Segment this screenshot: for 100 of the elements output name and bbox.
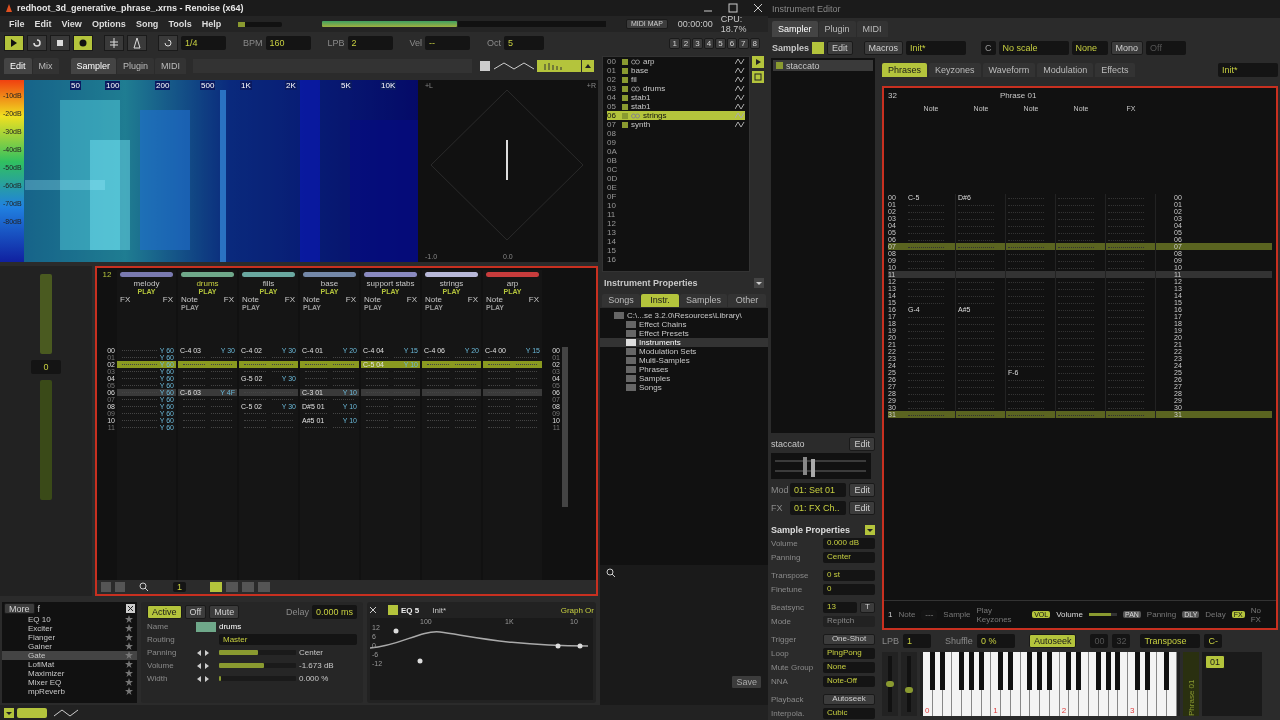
metronome-icon[interactable] bbox=[108, 37, 120, 49]
dropdown-icon[interactable] bbox=[865, 525, 875, 535]
key-dropdown[interactable]: C bbox=[981, 41, 996, 55]
octave-field[interactable]: 5 bbox=[504, 36, 545, 50]
slider-track[interactable] bbox=[1088, 613, 1117, 616]
track-name-field[interactable]: drums bbox=[219, 622, 296, 631]
phrase-tab[interactable]: Keyzones bbox=[929, 63, 981, 77]
phrase-tab[interactable]: Effects bbox=[1095, 63, 1135, 77]
track-name[interactable]: drums bbox=[178, 279, 237, 288]
filter-field[interactable]: f bbox=[37, 603, 123, 614]
editor-tab[interactable]: Plugin bbox=[818, 21, 856, 37]
volume-slider[interactable] bbox=[238, 21, 282, 27]
folder-item[interactable]: Samples bbox=[600, 374, 768, 383]
routing-dropdown[interactable]: Master bbox=[219, 634, 357, 645]
stepper-icon[interactable] bbox=[196, 674, 210, 683]
effect-list-item[interactable]: Exciter bbox=[2, 624, 137, 633]
editor-tab[interactable]: MIDI bbox=[856, 21, 888, 37]
search-icon[interactable] bbox=[606, 568, 615, 577]
folder-item[interactable]: Multi-Samples bbox=[600, 356, 768, 365]
property-button[interactable]: One-Shot bbox=[823, 633, 875, 645]
phrase-preset-field[interactable]: Init* bbox=[1218, 63, 1278, 77]
folder-item[interactable]: Instruments bbox=[600, 338, 768, 347]
phrase-tab[interactable]: Modulation bbox=[1037, 63, 1094, 77]
modulation-set-dropdown[interactable]: 01: Set 01 bbox=[790, 483, 847, 497]
instrument-item[interactable]: 00 arp bbox=[607, 57, 745, 66]
chord-dropdown[interactable]: None bbox=[1071, 41, 1108, 55]
close-icon[interactable] bbox=[126, 604, 135, 613]
track-number-button[interactable]: 1 bbox=[669, 37, 680, 49]
menu-item[interactable]: View bbox=[56, 19, 87, 29]
property-field[interactable]: 0 bbox=[823, 583, 875, 595]
view-tab[interactable]: Mix bbox=[32, 58, 59, 74]
browser-tab[interactable]: Other bbox=[728, 293, 766, 307]
graph-button[interactable]: Graph Or bbox=[560, 605, 594, 615]
effect-list-item[interactable]: mpReverb bbox=[2, 687, 137, 696]
preset-field[interactable]: Init* bbox=[432, 605, 447, 615]
empty-instrument-slot[interactable]: 08 bbox=[607, 129, 745, 138]
autoseek-button[interactable]: Autoseek bbox=[1028, 634, 1077, 648]
mixer-view-icon[interactable] bbox=[17, 707, 47, 718]
effect-list-item[interactable]: Gate bbox=[2, 651, 137, 660]
track-number-button[interactable]: 6 bbox=[726, 37, 738, 49]
empty-instrument-slot[interactable]: 0C bbox=[607, 165, 745, 174]
velocity-field[interactable]: -- bbox=[425, 36, 471, 50]
menu-item[interactable]: Options bbox=[86, 19, 131, 29]
bpm-field[interactable]: 160 bbox=[265, 36, 311, 50]
instrument-item[interactable]: 02 fil bbox=[607, 75, 745, 84]
track-number-button[interactable]: 4 bbox=[703, 37, 715, 49]
effect-list-item[interactable]: Maximizer bbox=[2, 669, 137, 678]
quantize-field[interactable]: 1/4 bbox=[181, 36, 226, 50]
property-field[interactable]: 13 bbox=[823, 601, 858, 613]
track-name[interactable]: base bbox=[300, 279, 359, 288]
sample-item[interactable]: staccato bbox=[773, 60, 873, 71]
property-field[interactable]: 0 st bbox=[823, 569, 875, 581]
empty-instrument-slot[interactable]: 15 bbox=[607, 246, 745, 255]
device-enable-checkbox[interactable] bbox=[388, 605, 398, 615]
stepper-icon[interactable] bbox=[196, 661, 210, 670]
empty-instrument-slot[interactable]: 0E bbox=[607, 183, 745, 192]
empty-instrument-slot[interactable]: 16 bbox=[607, 255, 745, 264]
empty-instrument-slot[interactable]: 0F bbox=[607, 192, 745, 201]
panel-tab[interactable]: MIDI bbox=[155, 58, 187, 74]
empty-instrument-slot[interactable]: 11 bbox=[607, 210, 745, 219]
fader-value[interactable]: 0 bbox=[31, 360, 61, 374]
property-button[interactable]: Autoseek bbox=[823, 693, 875, 705]
lpb-field[interactable]: 1 bbox=[903, 634, 931, 648]
key-tracking-dropdown[interactable]: Transpose bbox=[1140, 634, 1201, 648]
instrument-item[interactable]: 03 drums bbox=[607, 84, 745, 93]
track-number-button[interactable]: 3 bbox=[692, 37, 703, 49]
folder-item[interactable]: Effect Chains bbox=[600, 320, 768, 329]
scale-dropdown[interactable]: No scale bbox=[998, 41, 1069, 55]
instrument-item[interactable]: 01 base bbox=[607, 66, 745, 75]
step-field[interactable]: 1 bbox=[173, 582, 186, 592]
macros-button[interactable]: Macros bbox=[863, 41, 904, 55]
track-number-button[interactable]: 8 bbox=[749, 37, 760, 49]
track-number-button[interactable]: 5 bbox=[715, 37, 726, 49]
phrase-slot[interactable]: 01 bbox=[1205, 655, 1225, 669]
phrase-tab[interactable]: Phrases bbox=[882, 63, 928, 77]
delay-field[interactable]: 0.000 ms bbox=[311, 605, 357, 619]
property-dropdown[interactable]: PingPong bbox=[823, 647, 875, 659]
folder-item[interactable]: Modulation Sets bbox=[600, 347, 768, 356]
empty-instrument-slot[interactable]: 10 bbox=[607, 201, 745, 210]
empty-instrument-slot[interactable]: 0A bbox=[607, 147, 745, 156]
track-name[interactable]: support stabs bbox=[361, 279, 420, 288]
panel-tab[interactable]: Sampler bbox=[70, 58, 117, 74]
dropdown-icon[interactable] bbox=[4, 707, 14, 718]
track-number-button[interactable]: 7 bbox=[738, 37, 749, 49]
track-name[interactable]: melody bbox=[117, 279, 176, 288]
phrase-tab[interactable]: Waveform bbox=[982, 63, 1036, 77]
browser-tab[interactable]: Instr. bbox=[641, 293, 679, 307]
effect-list-item[interactable]: EQ 10 bbox=[2, 615, 137, 624]
stop-icon[interactable] bbox=[54, 37, 66, 49]
browser-tab[interactable]: Songs bbox=[602, 293, 640, 307]
instrument-item[interactable]: 04 stab1 bbox=[607, 93, 745, 102]
track-name[interactable]: strings bbox=[422, 279, 481, 288]
browser-tab[interactable]: Samples bbox=[680, 293, 727, 307]
empty-instrument-slot[interactable]: 12 bbox=[607, 219, 745, 228]
slider-track[interactable] bbox=[219, 663, 296, 668]
dropdown-icon[interactable] bbox=[754, 278, 764, 288]
quantize-icon[interactable] bbox=[162, 37, 174, 49]
instrument-item[interactable]: 06 strings bbox=[607, 111, 745, 120]
more-button[interactable]: More bbox=[4, 603, 35, 614]
state-button[interactable]: Active bbox=[147, 605, 182, 619]
